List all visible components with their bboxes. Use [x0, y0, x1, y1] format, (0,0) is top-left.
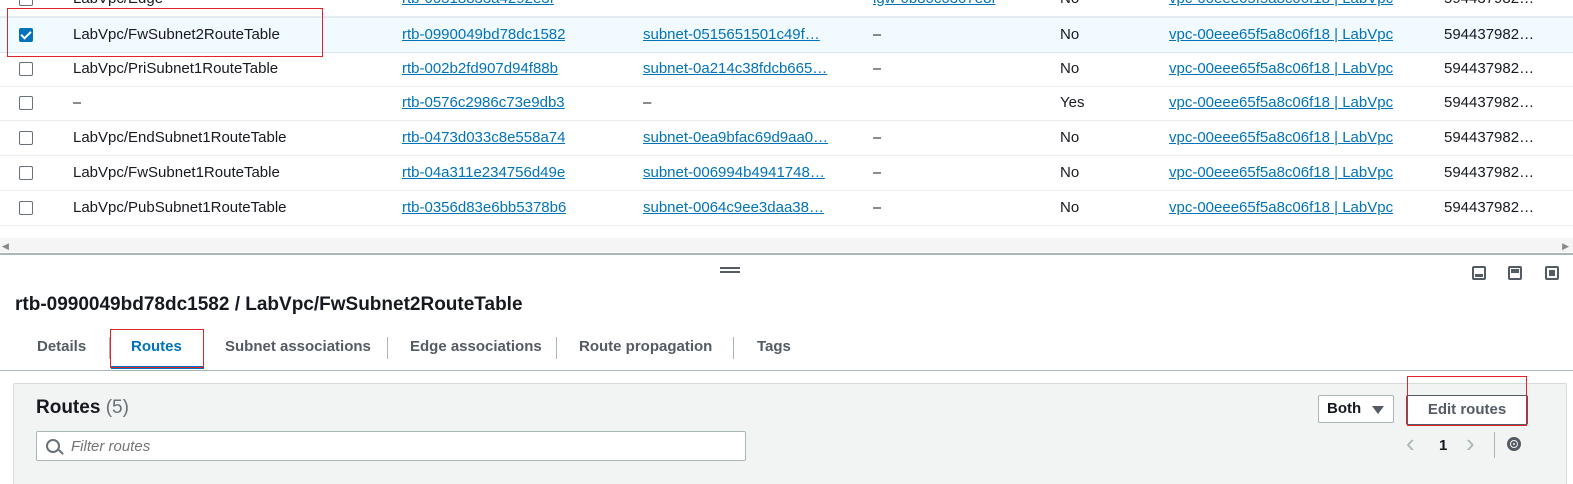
row-main: Yes — [1060, 94, 1085, 112]
tab-divider — [556, 337, 557, 359]
route-tables-table: LabVpc/Edge rtb-00318833a4292e3f igw-0b8… — [0, 0, 1573, 236]
previous-page-icon[interactable]: ‹ — [1406, 428, 1415, 459]
routes-count: (5) — [105, 397, 129, 418]
row-route-table-id[interactable]: rtb-0990049bd78dc1582 — [402, 18, 565, 52]
row-owner: 594437982… — [1444, 163, 1535, 181]
tab-divider — [203, 337, 204, 359]
row-main: No — [1060, 163, 1080, 181]
row-main: No — [1060, 26, 1080, 43]
row-name: LabVpc/EndSubnet1RouteTable — [73, 129, 287, 147]
row-checkbox[interactable] — [19, 165, 33, 180]
row-checkbox[interactable] — [19, 131, 33, 146]
row-main: No — [1060, 0, 1079, 16]
tab-tags[interactable]: Tags — [757, 330, 791, 366]
row-vpc[interactable]: vpc-00eee65f5a8c06f18 | LabVpc — [1169, 18, 1393, 52]
gear-icon[interactable] — [1507, 437, 1521, 451]
row-owner: 594437982… — [1444, 0, 1534, 16]
tab-route-propagation[interactable]: Route propagation — [579, 330, 712, 366]
row-name: LabVpc/PriSubnet1RouteTable — [73, 59, 279, 77]
row-owner: 594437982… — [1444, 198, 1535, 216]
row-owner: 594437982… — [1444, 94, 1535, 112]
row-subnet[interactable]: subnet-0ea9bfac69d9aa0… — [643, 121, 843, 155]
row-checkbox[interactable] — [19, 200, 33, 215]
row-owner: 594437982… — [1444, 26, 1535, 43]
row-edge: – — [873, 26, 882, 43]
route-filter-select[interactable]: Both — [1318, 395, 1394, 423]
row-main: No — [1060, 198, 1080, 216]
row-vpc[interactable]: vpc-00eee65f5a8c06f18 | LabVpc — [1169, 0, 1393, 16]
panel-full-icon[interactable] — [1545, 266, 1559, 280]
edit-routes-button[interactable]: Edit routes — [1406, 395, 1528, 425]
row-vpc[interactable]: vpc-00eee65f5a8c06f18 | LabVpc — [1169, 52, 1393, 86]
route-filter-select-value: Both — [1327, 400, 1362, 417]
row-subnet[interactable]: subnet-006994b4941748… — [643, 156, 843, 190]
row-vpc[interactable]: vpc-00eee65f5a8c06f18 | LabVpc — [1169, 191, 1393, 225]
table-row[interactable]: LabVpc/EndSubnet1RouteTable rtb-0473d033c… — [0, 121, 1573, 157]
row-route-table-id[interactable]: rtb-0473d033c8e558a74 — [402, 121, 565, 155]
table-row[interactable]: LabVpc/FwSubnet1RouteTable rtb-04a311e234… — [0, 156, 1573, 191]
row-vpc[interactable]: vpc-00eee65f5a8c06f18 | LabVpc — [1169, 156, 1393, 190]
panel-split-icon[interactable] — [1508, 266, 1522, 280]
panel-bottom-icon[interactable] — [1472, 266, 1486, 280]
row-name: – — [73, 94, 82, 112]
table-row[interactable]: LabVpc/FwSubnet2RouteTable rtb-0990049bd7… — [0, 17, 1573, 53]
table-row[interactable]: LabVpc/PubSubnet1RouteTable rtb-0356d83e6… — [0, 191, 1573, 226]
row-route-table-id[interactable]: rtb-0576c2986c73e9db3 — [402, 86, 565, 120]
table-row[interactable]: – rtb-0576c2986c73e9db3 – Yes vpc-00eee65f5a… — [0, 86, 1573, 122]
row-subnet[interactable]: subnet-0064c9ee3daa38… — [643, 191, 843, 225]
search-icon — [46, 439, 60, 453]
row-subnet[interactable]: subnet-0a214c38fdcb665… — [643, 52, 843, 86]
row-owner: 594437982… — [1444, 129, 1535, 147]
routes-heading-label: Routes — [36, 397, 101, 418]
row-edge: – — [873, 163, 882, 181]
table-row[interactable]: LabVpc/PriSubnet1RouteTable rtb-002b2fd90… — [0, 52, 1573, 87]
row-route-table-id[interactable]: rtb-04a311e234756d49e — [402, 156, 565, 190]
row-edge: – — [873, 129, 882, 147]
row-checkbox[interactable] — [19, 0, 33, 6]
row-route-table-id[interactable]: rtb-0356d83e6bb5378b6 — [402, 191, 566, 225]
tab-edge-associations[interactable]: Edge associations — [410, 330, 542, 366]
split-divider — [0, 253, 1573, 255]
tab-routes[interactable]: Routes — [111, 330, 204, 369]
row-subnet[interactable]: subnet-0515651501c49f… — [643, 18, 843, 52]
tab-divider — [109, 337, 110, 359]
row-checkbox[interactable] — [19, 96, 33, 111]
row-checkbox[interactable] — [19, 28, 33, 42]
tab-divider — [387, 337, 388, 359]
row-name: LabVpc/FwSubnet1RouteTable — [73, 163, 280, 181]
row-name: LabVpc/FwSubnet2RouteTable — [73, 26, 280, 43]
next-page-icon[interactable]: › — [1466, 428, 1475, 459]
page-number[interactable]: 1 — [1439, 437, 1447, 454]
row-route-table-id[interactable]: rtb-00318833a4292e3f — [402, 0, 554, 16]
row-edge[interactable]: igw-0b80c0307e8f — [873, 0, 1023, 16]
row-route-table-id[interactable]: rtb-002b2fd907d94f88b — [402, 52, 558, 86]
routes-panel: Routes (5) Both Edit routes ‹ 1 › — [13, 383, 1567, 484]
row-main: No — [1060, 59, 1080, 77]
row-edge: – — [873, 198, 882, 216]
resize-handle-icon[interactable] — [720, 267, 740, 274]
row-main: No — [1060, 129, 1080, 147]
horizontal-scrollbar[interactable]: ◀ ▶ — [0, 238, 1573, 252]
table-row[interactable]: LabVpc/Edge rtb-00318833a4292e3f igw-0b8… — [0, 0, 1573, 17]
tab-subnet-associations[interactable]: Subnet associations — [225, 330, 371, 366]
routes-heading: Routes (5) — [36, 396, 129, 420]
tab-details[interactable]: Details — [37, 330, 86, 366]
detail-tabs: Details Routes Subnet associations Edge … — [0, 330, 1573, 371]
row-name: LabVpc/Edge — [73, 0, 163, 16]
tab-divider — [733, 337, 734, 359]
row-vpc[interactable]: vpc-00eee65f5a8c06f18 | LabVpc — [1169, 86, 1393, 120]
scroll-right-icon[interactable]: ▶ — [1562, 241, 1569, 252]
row-vpc[interactable]: vpc-00eee65f5a8c06f18 | LabVpc — [1169, 121, 1393, 155]
caret-down-icon — [1372, 406, 1384, 414]
filter-routes-field[interactable] — [36, 431, 746, 461]
pager-divider — [1494, 432, 1495, 458]
scroll-left-icon[interactable]: ◀ — [2, 241, 9, 252]
row-subnet: – — [643, 94, 652, 112]
row-owner: 594437982… — [1444, 59, 1535, 77]
detail-title: rtb-0990049bd78dc1582 / LabVpc/FwSubnet2… — [15, 294, 523, 315]
row-checkbox[interactable] — [19, 61, 33, 76]
row-name: LabVpc/PubSubnet1RouteTable — [73, 198, 287, 216]
filter-routes-input[interactable] — [71, 434, 731, 458]
row-edge: – — [873, 59, 882, 77]
